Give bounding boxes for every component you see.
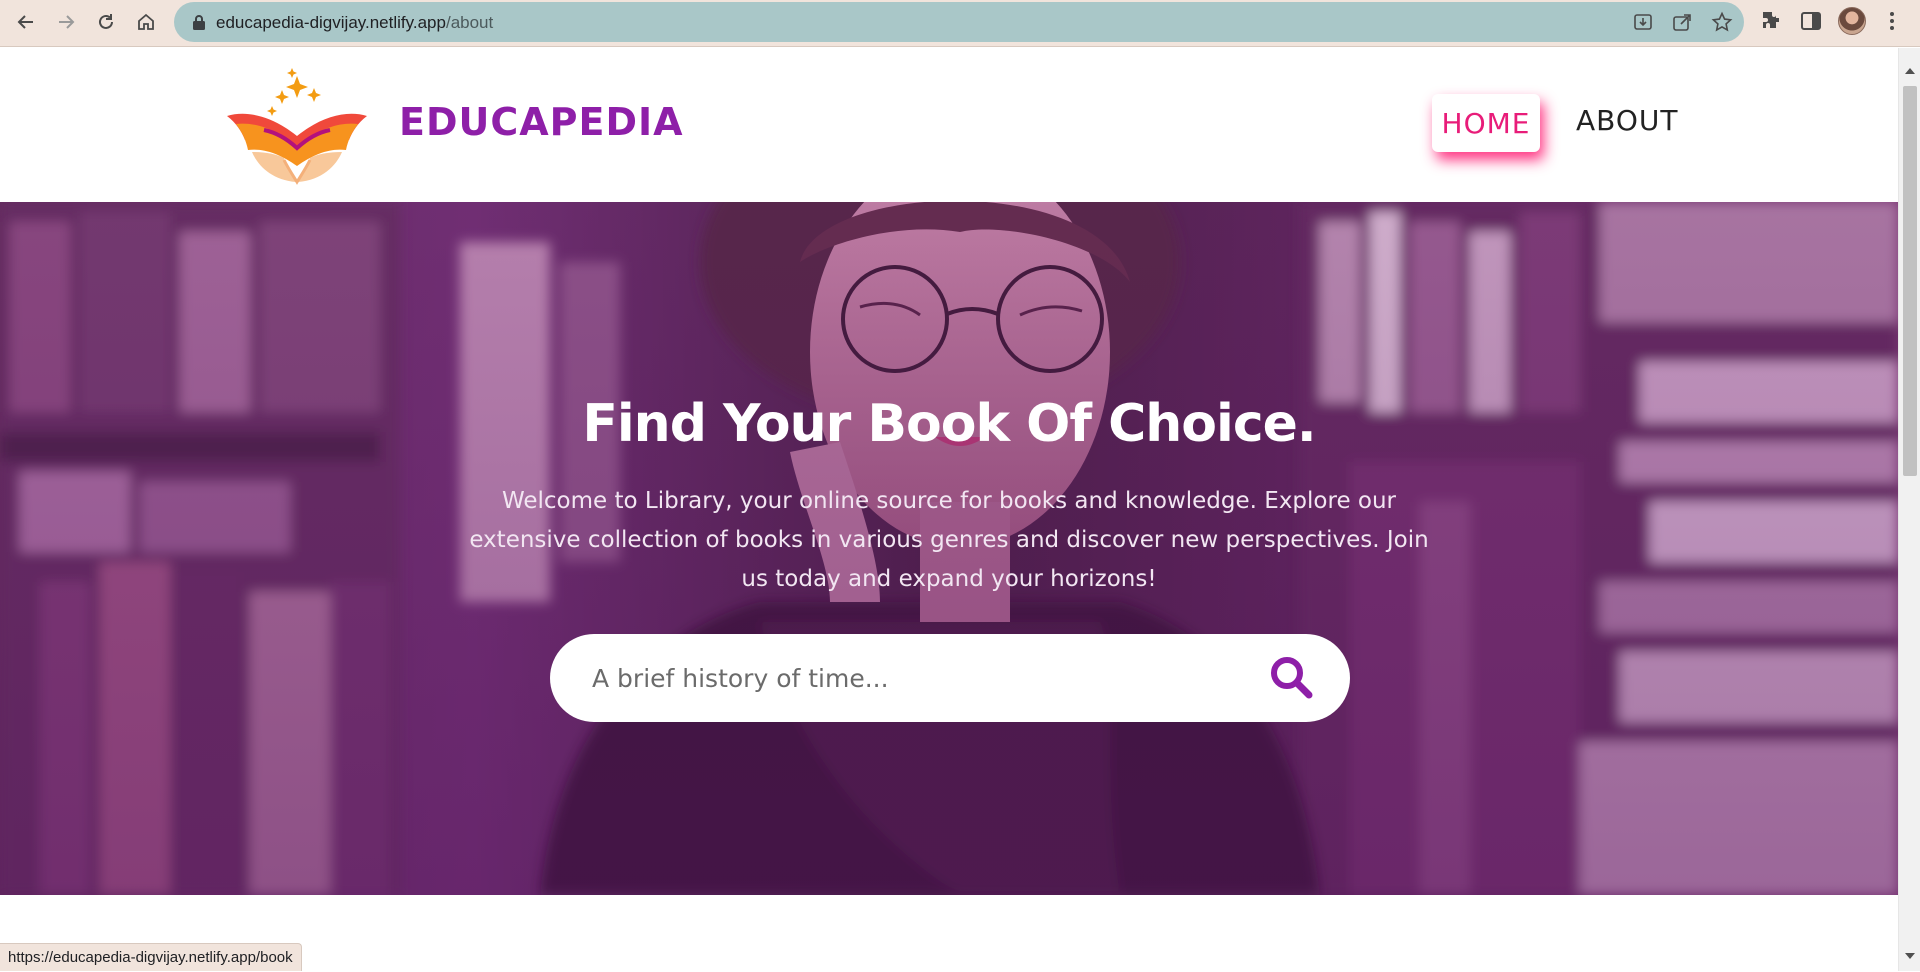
reload-icon [99, 14, 113, 29]
install-app-icon[interactable] [1632, 11, 1654, 33]
url-host: educapedia-digvijay.netlify.app [216, 13, 446, 32]
nav-about-link[interactable]: ABOUT [1576, 104, 1679, 137]
address-bar[interactable]: educapedia-digvijay.netlify.app/about [174, 2, 1744, 42]
forward-button[interactable] [50, 6, 82, 38]
brand-name[interactable]: EDUCAPEDIA [399, 100, 684, 144]
forward-arrow-icon [59, 15, 75, 29]
profile-avatar[interactable] [1838, 7, 1866, 35]
site-header: EDUCAPEDIA HOME ABOUT [0, 48, 1898, 202]
more-menu-icon[interactable] [1880, 9, 1904, 33]
url-text: educapedia-digvijay.netlify.app/about [216, 13, 493, 33]
book-search-bar [550, 634, 1350, 722]
scrollbar-thumb[interactable] [1903, 86, 1917, 476]
home-icon [138, 13, 154, 30]
side-panel-icon[interactable] [1799, 9, 1823, 33]
share-icon[interactable] [1671, 11, 1693, 33]
hero-title: Find Your Book Of Choice. [582, 394, 1316, 454]
link-status-bubble: https://educapedia-digvijay.netlify.app/… [0, 943, 302, 971]
extensions-puzzle-icon[interactable] [1759, 9, 1783, 33]
reload-button[interactable] [90, 6, 122, 38]
educapedia-logo[interactable] [222, 68, 372, 188]
lock-icon [193, 15, 205, 30]
hero-banner: Find Your Book Of Choice. Welcome to Lib… [0, 202, 1898, 895]
back-button[interactable] [10, 6, 42, 38]
search-icon[interactable] [1268, 654, 1314, 700]
bookmark-star-icon[interactable] [1711, 11, 1733, 33]
scroll-up-arrow-icon[interactable] [1905, 68, 1915, 74]
browser-toolbar: educapedia-digvijay.netlify.app/about [0, 0, 1920, 47]
nav-home-link[interactable]: HOME [1432, 94, 1540, 152]
back-arrow-icon [17, 15, 33, 29]
home-button[interactable] [130, 6, 162, 38]
book-search-input[interactable] [592, 656, 1232, 700]
hero-description: Welcome to Library, your online source f… [469, 488, 1429, 592]
scroll-down-arrow-icon[interactable] [1905, 953, 1915, 959]
page-viewport: EDUCAPEDIA HOME ABOUT Find Your Book Of … [0, 48, 1898, 971]
url-path: /about [445, 13, 494, 32]
page-scrollbar[interactable] [1898, 48, 1920, 971]
